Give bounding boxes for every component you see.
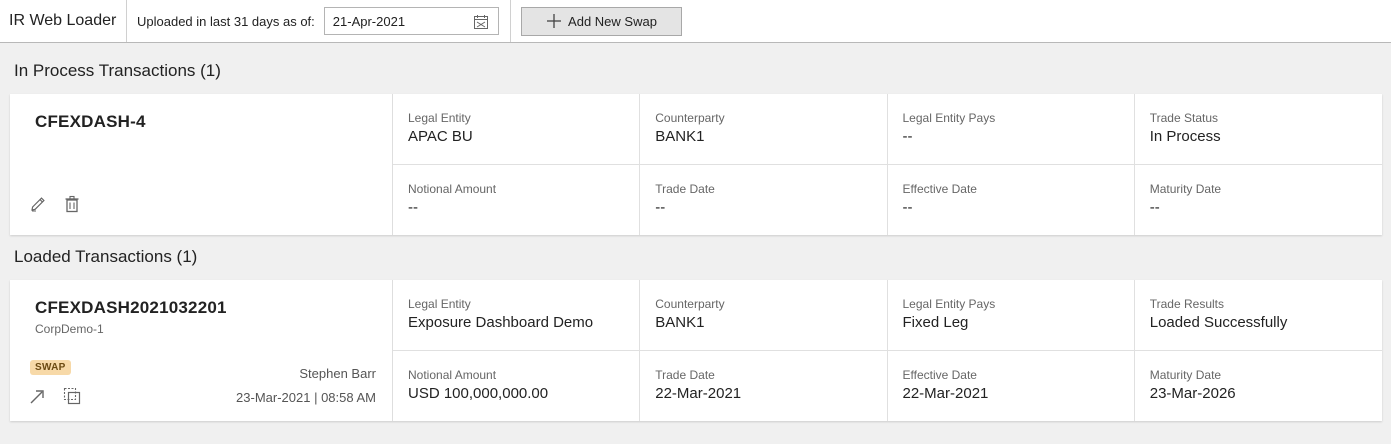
- field-label: Notional Amount: [408, 367, 497, 382]
- field-label: Maturity Date: [1149, 367, 1222, 382]
- field-label: Legal Entity: [408, 297, 471, 311]
- field-effective-date: Effective Date 22-Mar-2021: [888, 350, 1135, 421]
- in-process-card: CFEXDASH-4 Legal Entity APAC BU Counterp…: [10, 94, 1382, 235]
- pencil-icon[interactable]: [28, 194, 48, 214]
- field-value: --: [655, 198, 666, 216]
- uploaded-by: Stephen Barr: [299, 366, 376, 381]
- field-value: In Process: [1149, 128, 1221, 145]
- field-value: --: [902, 198, 913, 216]
- field-notional-amount: Notional Amount USD 100,000,000.00: [393, 350, 641, 421]
- field-legal-entity-pays: Legal Entity Pays --: [887, 94, 1135, 165]
- field-label: Trade Results: [1149, 297, 1224, 311]
- swap-badge: SWAP: [30, 360, 71, 375]
- field-trade-status: Trade Status In Process: [1134, 94, 1382, 165]
- card-summary: CFEXDASH-4: [10, 94, 393, 235]
- transaction-details-grid: Legal Entity Exposure Dashboard Demo Cou…: [393, 280, 1382, 421]
- field-value: 22-Mar-2021: [902, 384, 989, 402]
- add-new-swap-label: Add New Swap: [568, 13, 657, 29]
- field-legal-entity: Legal Entity Exposure Dashboard Demo: [393, 280, 641, 351]
- field-label: Notional Amount: [408, 181, 497, 196]
- add-swap-group: Add New Swap: [511, 0, 682, 42]
- copy-icon[interactable]: [62, 386, 82, 406]
- field-effective-date: Effective Date --: [888, 164, 1135, 235]
- date-input[interactable]: [332, 13, 463, 29]
- field-label: Legal Entity Pays: [902, 297, 996, 311]
- field-value: BANK1: [655, 128, 705, 145]
- card-summary: CFEXDASH2021032201 CorpDemo-1 SWAP Steph…: [10, 280, 393, 421]
- field-legal-entity-pays: Legal Entity Pays Fixed Leg: [887, 280, 1135, 351]
- field-label: Legal Entity: [408, 111, 471, 125]
- field-value: Fixed Leg: [902, 314, 969, 331]
- field-label: Trade Date: [655, 181, 715, 196]
- uploaded-timestamp: 23-Mar-2021 | 08:58 AM: [236, 390, 376, 405]
- field-value: USD 100,000,000.00: [408, 384, 549, 402]
- field-value: APAC BU: [408, 128, 473, 145]
- app-title: IR Web Loader: [0, 0, 127, 42]
- field-label: Counterparty: [655, 297, 725, 311]
- field-value: 23-Mar-2026: [1149, 384, 1236, 402]
- field-maturity-date: Maturity Date 23-Mar-2026: [1135, 351, 1382, 422]
- field-notional-amount: Notional Amount --: [393, 164, 641, 235]
- field-value: --: [1149, 198, 1160, 216]
- calendar-icon[interactable]: [473, 14, 489, 30]
- field-label: Counterparty: [655, 111, 725, 125]
- field-label: Maturity Date: [1149, 181, 1222, 196]
- field-maturity-date: Maturity Date --: [1135, 165, 1382, 236]
- plus-icon: [547, 14, 562, 28]
- date-field[interactable]: [323, 7, 499, 35]
- field-label: Effective Date: [902, 181, 977, 196]
- upload-filter-label: Uploaded in last 31 days as of:: [137, 13, 315, 29]
- in-process-section-title: In Process Transactions (1): [14, 61, 221, 80]
- field-trade-date: Trade Date --: [640, 164, 888, 235]
- loaded-section-title: Loaded Transactions (1): [14, 247, 198, 266]
- field-trade-results: Trade Results Loaded Successfully: [1134, 280, 1382, 351]
- field-legal-entity: Legal Entity APAC BU: [393, 94, 641, 165]
- trash-icon[interactable]: [62, 194, 82, 214]
- field-value: 22-Mar-2021: [655, 384, 742, 402]
- add-new-swap-button[interactable]: Add New Swap: [521, 6, 682, 36]
- loaded-card: CFEXDASH2021032201 CorpDemo-1 SWAP Steph…: [10, 280, 1382, 421]
- toolbar: IR Web Loader Uploaded in last 31 days a…: [0, 0, 1391, 43]
- field-trade-date: Trade Date 22-Mar-2021: [640, 350, 888, 421]
- field-label: Trade Status: [1149, 111, 1219, 125]
- transaction-id: CFEXDASH2021032201: [35, 298, 227, 317]
- field-label: Trade Date: [655, 367, 715, 382]
- field-counterparty: Counterparty BANK1: [640, 280, 888, 351]
- field-value: BANK1: [655, 314, 705, 331]
- upload-filter: Uploaded in last 31 days as of:: [127, 0, 511, 42]
- field-value: --: [902, 128, 913, 145]
- field-value: --: [408, 198, 418, 216]
- transaction-subtitle: CorpDemo-1: [35, 322, 104, 336]
- field-label: Legal Entity Pays: [902, 111, 996, 125]
- field-label: Effective Date: [902, 367, 977, 382]
- transaction-id: CFEXDASH-4: [35, 112, 146, 131]
- field-value: Loaded Successfully: [1149, 314, 1288, 331]
- expand-arrow-icon[interactable]: [28, 386, 48, 406]
- field-value: Exposure Dashboard Demo: [408, 314, 594, 331]
- transaction-details-grid: Legal Entity APAC BU Counterparty BANK1 …: [393, 94, 1382, 235]
- field-counterparty: Counterparty BANK1: [640, 94, 888, 165]
